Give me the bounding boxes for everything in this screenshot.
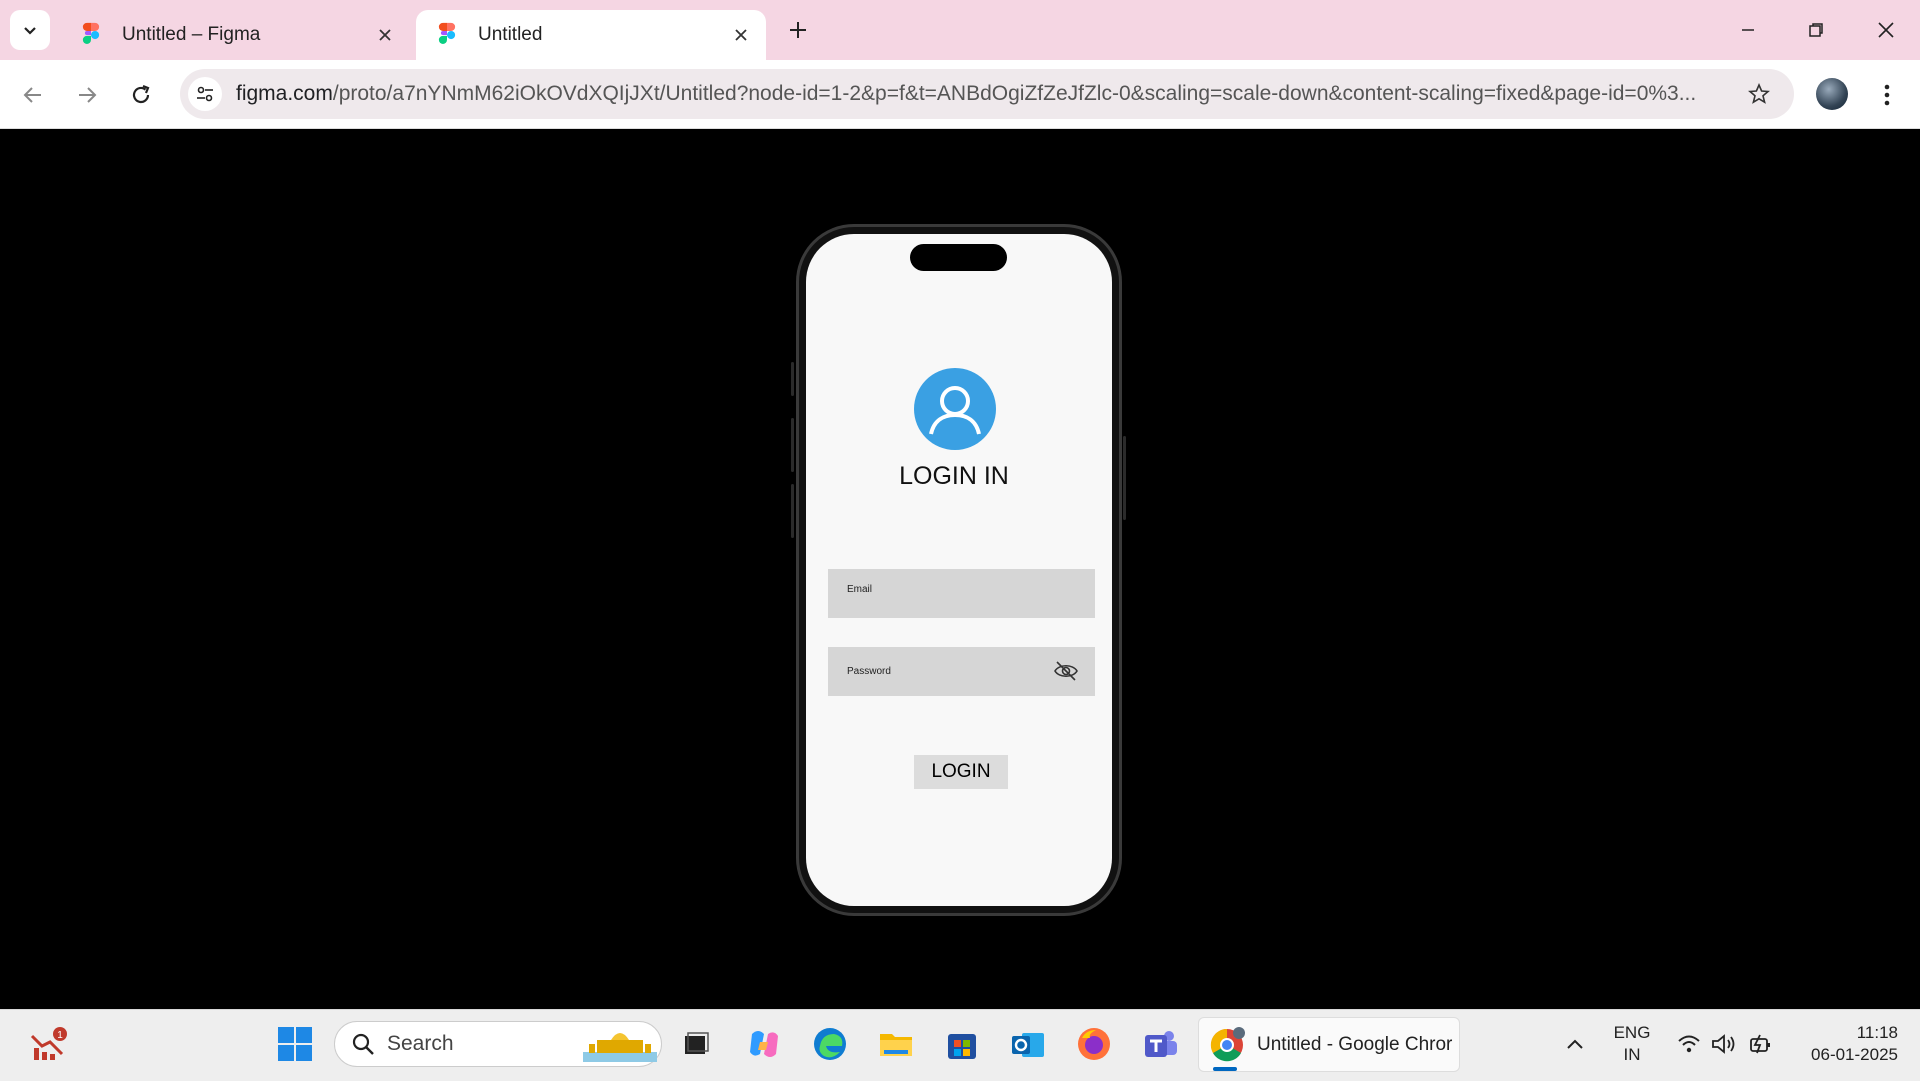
- tab-title: Untitled – Figma: [122, 24, 261, 45]
- arrow-right-icon: [79, 87, 97, 103]
- time: 11:18: [1856, 1023, 1898, 1042]
- language-code: ENG: [1613, 1023, 1651, 1042]
- password-placeholder: Password: [847, 666, 891, 677]
- bookmark-star-button[interactable]: [1742, 77, 1776, 111]
- url-host: figma.com: [236, 82, 333, 105]
- user-avatar-icon: [914, 368, 996, 450]
- tab-figma[interactable]: Untitled – Figma: [60, 10, 410, 60]
- edge-icon: [814, 1028, 846, 1060]
- edge-button[interactable]: [808, 1022, 852, 1066]
- task-view-icon: [685, 1032, 709, 1054]
- outlook-button[interactable]: [1006, 1022, 1050, 1066]
- email-placeholder: Email: [847, 584, 873, 595]
- language-indicator[interactable]: ENG IN: [1600, 1022, 1664, 1066]
- date: 06-01-2025: [1811, 1045, 1898, 1064]
- browser-menu-button[interactable]: [1870, 78, 1904, 112]
- volume-button[interactable]: [1710, 1030, 1738, 1058]
- site-info-button[interactable]: [188, 77, 222, 111]
- forward-button[interactable]: [70, 78, 104, 112]
- teams-icon: [1145, 1031, 1177, 1057]
- outlook-icon: [1012, 1033, 1044, 1057]
- search-label: Search: [387, 1032, 454, 1055]
- stock-chart-icon: 1: [30, 1027, 67, 1060]
- golden-temple-icon: [583, 1033, 657, 1062]
- chevron-up-icon: [1567, 1039, 1583, 1049]
- restore-button[interactable]: [1786, 8, 1846, 52]
- restore-icon: [1809, 23, 1823, 37]
- task-view-button[interactable]: [673, 1022, 717, 1066]
- kebab-menu-icon: [1884, 84, 1890, 106]
- arrow-left-icon: [23, 87, 41, 103]
- dynamic-island: [910, 244, 1007, 271]
- copilot-icon: [750, 1031, 778, 1057]
- password-field[interactable]: Password: [828, 647, 1095, 696]
- figma-icon: [438, 22, 456, 44]
- phone-side-button: [791, 418, 794, 472]
- reload-icon: [132, 84, 150, 104]
- windows-logo-icon: [278, 1027, 312, 1061]
- firefox-button[interactable]: [1072, 1022, 1116, 1066]
- login-button[interactable]: LOGIN: [914, 755, 1008, 789]
- store-button[interactable]: [940, 1022, 984, 1066]
- reload-button[interactable]: [124, 78, 158, 112]
- address-bar[interactable]: figma.com/proto/a7nYNmM62iOkOVdXQIjJXt/U…: [180, 69, 1794, 119]
- battery-charging-icon: [1750, 1034, 1770, 1054]
- chrome-window-title: Untitled - Google Chror: [1257, 1033, 1453, 1055]
- figma-icon: [82, 22, 100, 44]
- battery-button[interactable]: [1746, 1030, 1774, 1058]
- plus-icon: [790, 22, 806, 38]
- taskbar-chrome-window[interactable]: Untitled - Google Chror: [1198, 1017, 1460, 1072]
- close-icon: [1878, 22, 1894, 38]
- close-tab-icon[interactable]: [370, 20, 400, 50]
- system-clock[interactable]: 11:18 06-01-2025: [1790, 1022, 1898, 1066]
- new-tab-button[interactable]: [780, 12, 816, 48]
- chrome-icon: [1210, 1026, 1245, 1061]
- file-explorer-button[interactable]: [874, 1022, 918, 1066]
- widgets-button[interactable]: 1: [26, 1022, 70, 1066]
- taskbar-search[interactable]: Search: [334, 1021, 662, 1067]
- star-icon: [1748, 83, 1770, 104]
- notification-badge: 1: [57, 1030, 63, 1041]
- copilot-button[interactable]: [742, 1022, 786, 1066]
- url-path: /proto/a7nYNmM62iOkOVdXQIjJXt/Untitled?n…: [332, 82, 1697, 105]
- eye-off-icon[interactable]: [1053, 660, 1079, 682]
- email-field[interactable]: Email: [828, 569, 1095, 618]
- start-button[interactable]: [273, 1022, 317, 1066]
- page-title: LOGIN IN: [899, 462, 1009, 490]
- minimize-button[interactable]: [1718, 8, 1778, 52]
- back-button[interactable]: [16, 78, 50, 112]
- teams-button[interactable]: [1138, 1022, 1182, 1066]
- tune-icon: [197, 86, 213, 102]
- wifi-button[interactable]: [1675, 1030, 1703, 1058]
- phone-side-button: [791, 484, 794, 538]
- tab-title: Untitled: [478, 24, 543, 45]
- language-region: IN: [1623, 1045, 1641, 1064]
- show-hidden-icons-button[interactable]: [1561, 1030, 1589, 1058]
- tab-search-button[interactable]: [10, 10, 50, 50]
- active-indicator: [1213, 1067, 1237, 1071]
- close-tab-icon[interactable]: [726, 20, 756, 50]
- tab-untitled[interactable]: Untitled: [416, 10, 766, 60]
- minimize-icon: [1742, 29, 1754, 31]
- store-icon: [948, 1034, 976, 1059]
- speaker-icon: [1712, 1034, 1735, 1054]
- url-text[interactable]: figma.com/proto/a7nYNmM62iOkOVdXQIjJXt/U…: [236, 82, 1736, 106]
- phone-side-button: [791, 362, 794, 396]
- wifi-icon: [1678, 1035, 1700, 1053]
- close-window-button[interactable]: [1856, 8, 1916, 52]
- profile-avatar[interactable]: [1816, 78, 1848, 110]
- search-icon: [352, 1033, 374, 1055]
- phone-side-button: [1123, 436, 1126, 520]
- firefox-icon: [1078, 1028, 1110, 1060]
- folder-icon: [880, 1034, 912, 1056]
- chevron-down-icon: [24, 27, 36, 35]
